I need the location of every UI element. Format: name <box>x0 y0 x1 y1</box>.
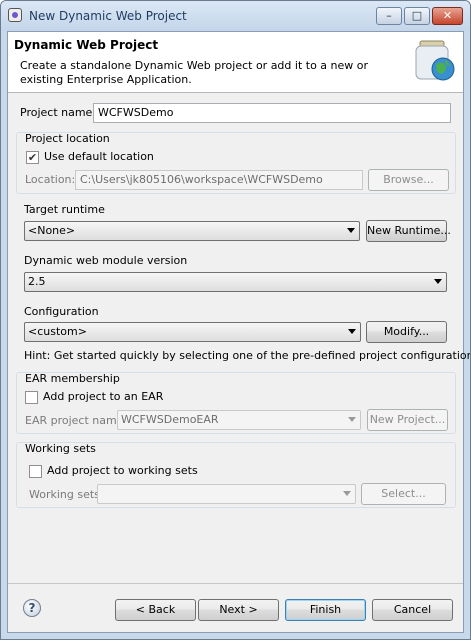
browse-button[interactable]: Browse... <box>368 169 449 191</box>
project-location-group-label: Project location <box>25 132 110 145</box>
project-name-label: Project name: <box>20 106 97 119</box>
target-runtime-value: <None> <box>28 224 76 237</box>
window-title: New Dynamic Web Project <box>29 9 187 23</box>
add-to-ear-label[interactable]: Add project to an EAR <box>43 390 163 403</box>
help-icon[interactable]: ? <box>23 599 41 617</box>
working-sets-group-label: Working sets <box>25 442 96 455</box>
ear-project-name-combo[interactable]: WCFWSDemoEAR <box>117 410 361 430</box>
title-bar[interactable]: New Dynamic Web Project – □ ✕ <box>1 1 470 31</box>
finish-button[interactable]: Finish <box>285 599 366 621</box>
project-location-group: Project location ✔ Use default location … <box>16 132 456 194</box>
chevron-down-icon <box>343 491 351 496</box>
project-name-input[interactable]: WCFWSDemo <box>93 103 451 123</box>
add-to-ear-checkbox[interactable] <box>25 391 38 404</box>
configuration-value: <custom> <box>28 325 87 338</box>
back-button[interactable]: < Back <box>115 599 196 621</box>
dialog-client: Dynamic Web Project Create a standalone … <box>7 31 470 633</box>
module-version-label: Dynamic web module version <box>24 254 188 267</box>
ear-membership-group: EAR membership Add project to an EAR EAR… <box>16 372 456 434</box>
configuration-hint: Hint: Get started quickly by selecting o… <box>24 349 471 362</box>
use-default-location-label[interactable]: Use default location <box>44 150 154 163</box>
chevron-down-icon <box>348 417 356 422</box>
add-to-working-sets-label[interactable]: Add project to working sets <box>47 464 198 477</box>
chevron-down-icon <box>434 279 442 284</box>
close-button[interactable]: ✕ <box>432 7 463 25</box>
banner-description: Create a standalone Dynamic Web project … <box>20 59 369 86</box>
banner-title: Dynamic Web Project <box>14 38 159 52</box>
wizard-banner: Dynamic Web Project Create a standalone … <box>8 32 463 93</box>
select-button[interactable]: Select... <box>361 483 446 505</box>
chevron-down-icon <box>348 329 356 334</box>
module-version-value: 2.5 <box>28 275 46 288</box>
new-project-button[interactable]: New Project... <box>367 409 448 431</box>
dialog-window: New Dynamic Web Project – □ ✕ Dynamic We… <box>0 0 471 640</box>
target-runtime-combo[interactable]: <None> <box>24 221 360 241</box>
location-label: Location: <box>25 173 76 186</box>
ear-project-name-label: EAR project name: <box>25 414 128 427</box>
next-button[interactable]: Next > <box>198 599 279 621</box>
chevron-down-icon <box>347 228 355 233</box>
configuration-combo[interactable]: <custom> <box>24 322 361 342</box>
modify-button[interactable]: Modify... <box>366 321 447 343</box>
ear-membership-group-label: EAR membership <box>25 372 120 385</box>
new-runtime-button[interactable]: New Runtime... <box>366 220 451 242</box>
working-sets-group: Working sets Add project to working sets… <box>16 442 456 508</box>
app-icon <box>8 8 22 22</box>
wizard-jar-globe-icon <box>415 40 455 81</box>
ear-project-name-value: WCFWSDemoEAR <box>121 413 219 426</box>
location-input[interactable]: C:\Users\jk805106\workspace\WCFWSDemo <box>75 170 363 190</box>
use-default-location-checkbox[interactable]: ✔ <box>26 151 39 164</box>
target-runtime-label: Target runtime <box>24 203 105 216</box>
working-sets-combo[interactable] <box>97 484 356 504</box>
add-to-working-sets-checkbox[interactable] <box>29 465 42 478</box>
cancel-button[interactable]: Cancel <box>372 599 453 621</box>
footer-separator <box>8 583 463 584</box>
module-version-combo[interactable]: 2.5 <box>24 272 447 292</box>
maximize-button[interactable]: □ <box>404 7 430 25</box>
working-sets-label: Working sets: <box>29 488 104 501</box>
minimize-button[interactable]: – <box>376 7 402 25</box>
configuration-label: Configuration <box>24 305 99 318</box>
